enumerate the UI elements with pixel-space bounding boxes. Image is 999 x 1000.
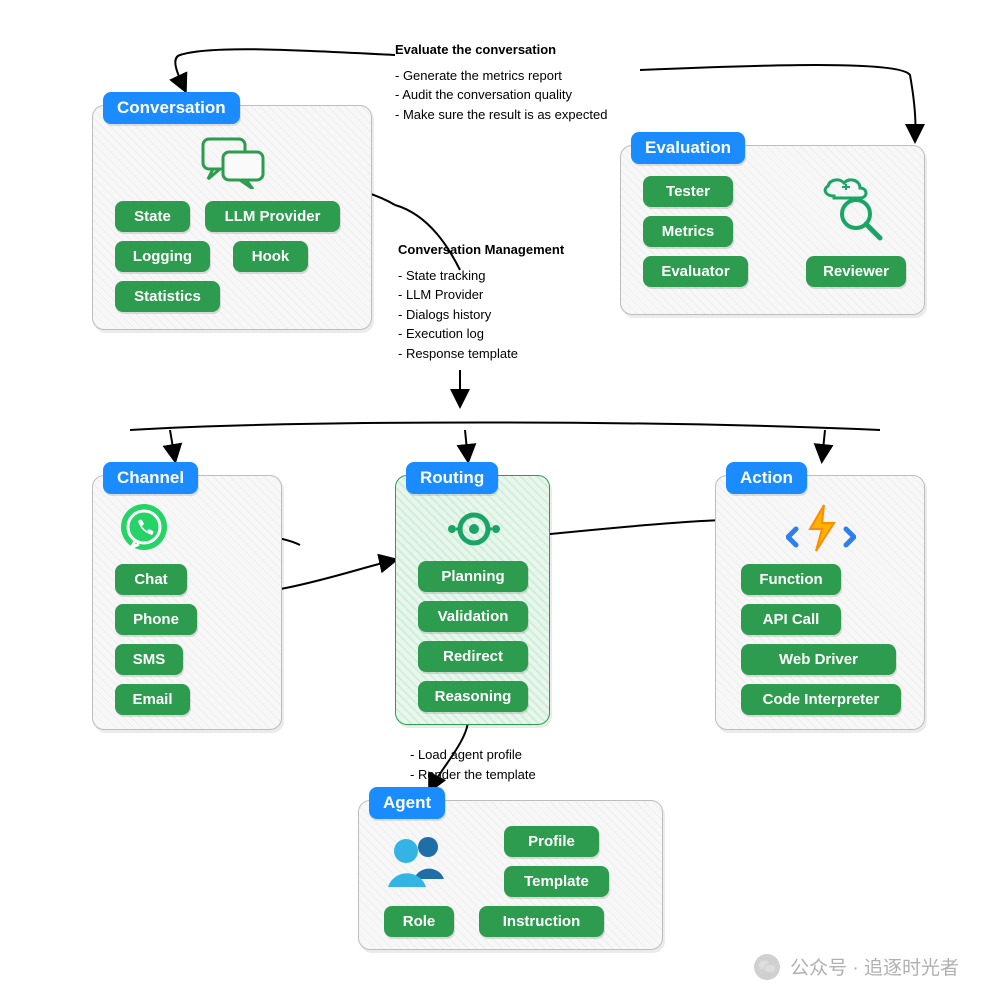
routing-title: Routing (406, 462, 498, 494)
channel-pill-chat: Chat (115, 564, 187, 595)
routing-pill-reasoning: Reasoning (418, 681, 528, 712)
convmgmt-bullet: - State tracking (398, 266, 598, 286)
evaluate-bullet: - Generate the metrics report (395, 66, 655, 86)
people-icon (384, 829, 454, 894)
agent-note-bullet: - Render the template (410, 765, 536, 785)
routing-pill-planning: Planning (418, 561, 528, 592)
whatsapp-icon (118, 501, 170, 558)
convmgmt-bullet: - LLM Provider (398, 285, 598, 305)
evaluate-bullet: - Audit the conversation quality (395, 85, 655, 105)
evaluation-pill-reviewer: Reviewer (806, 256, 906, 287)
channel-module: Channel Chat Phone SMS Email (92, 475, 282, 730)
chat-bubbles-icon (198, 134, 268, 194)
lightning-code-icon (786, 501, 856, 561)
convmgmt-bullet: - Response template (398, 344, 598, 364)
action-pill-codeint: Code Interpreter (741, 684, 901, 715)
conversation-pill-llm: LLM Provider (205, 201, 340, 232)
evaluate-title: Evaluate the conversation (395, 40, 655, 60)
wechat-icon (754, 954, 780, 980)
agent-pill-instruction: Instruction (479, 906, 604, 937)
routing-pill-validation: Validation (418, 601, 528, 632)
channel-pill-sms: SMS (115, 644, 183, 675)
evaluation-pill-metrics: Metrics (643, 216, 733, 247)
evaluation-title: Evaluation (631, 132, 745, 164)
convmgmt-title: Conversation Management (398, 240, 598, 260)
evaluate-annotation: Evaluate the conversation - Generate the… (395, 40, 655, 124)
channel-pill-email: Email (115, 684, 190, 715)
watermark-text: 公众号 · 追逐时光者 (790, 953, 959, 980)
routing-module: Routing Planning Validation Redirect Rea… (395, 475, 550, 725)
watermark: 公众号 · 追逐时光者 (754, 953, 959, 980)
evaluation-pill-evaluator: Evaluator (643, 256, 748, 287)
hub-icon (446, 504, 502, 559)
routing-pill-redirect: Redirect (418, 641, 528, 672)
action-pill-webdriver: Web Driver (741, 644, 896, 675)
conversation-title: Conversation (103, 92, 240, 124)
conversation-module: Conversation State LLM Provider Logging … (92, 105, 372, 330)
conversation-pill-stats: Statistics (115, 281, 220, 312)
channel-pill-phone: Phone (115, 604, 197, 635)
action-pill-api: API Call (741, 604, 841, 635)
agent-note-bullet: - Load agent profile (410, 745, 536, 765)
evaluate-bullet: - Make sure the result is as expected (395, 105, 655, 125)
convmgmt-annotation: Conversation Management - State tracking… (398, 240, 598, 363)
cloud-search-icon (816, 176, 891, 246)
conversation-pill-logging: Logging (115, 241, 210, 272)
channel-title: Channel (103, 462, 198, 494)
convmgmt-bullet: - Dialogs history (398, 305, 598, 325)
agent-pill-role: Role (384, 906, 454, 937)
agent-pill-profile: Profile (504, 826, 599, 857)
agent-pill-template: Template (504, 866, 609, 897)
action-module: Action Function API Call Web Driver Code… (715, 475, 925, 730)
agent-title: Agent (369, 787, 445, 819)
action-title: Action (726, 462, 807, 494)
action-pill-function: Function (741, 564, 841, 595)
evaluation-pill-tester: Tester (643, 176, 733, 207)
evaluation-module: Evaluation Tester Metrics Evaluator Revi… (620, 145, 925, 315)
conversation-pill-state: State (115, 201, 190, 232)
agent-module: Agent Profile Template Role Instruction (358, 800, 663, 950)
conversation-pill-hook: Hook (233, 241, 308, 272)
agent-notes: - Load agent profile - Render the templa… (410, 745, 536, 784)
convmgmt-bullet: - Execution log (398, 324, 598, 344)
